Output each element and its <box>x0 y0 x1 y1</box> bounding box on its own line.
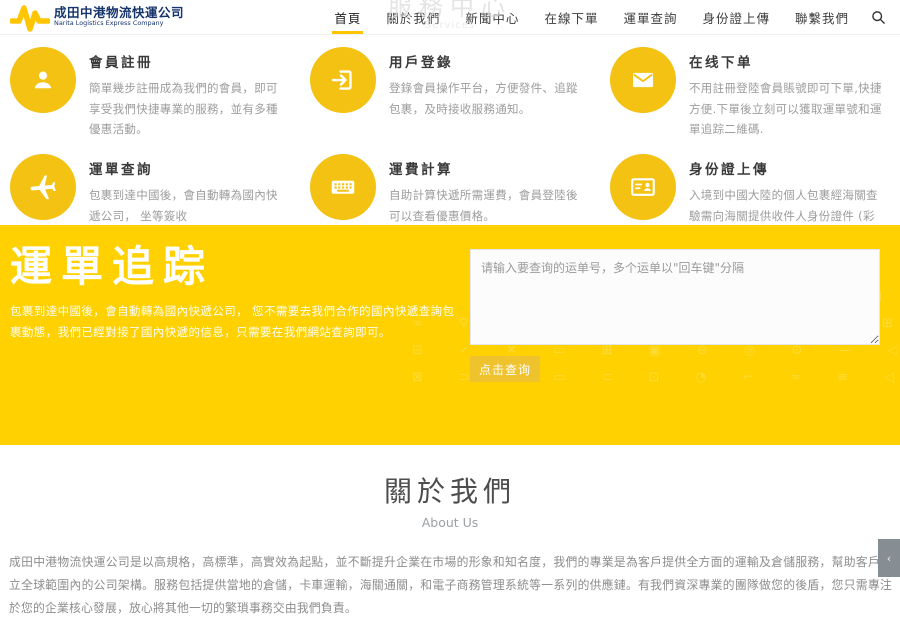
back-to-top-button[interactable]: ‹ <box>878 539 900 577</box>
nav-item-news[interactable]: 新聞中心 <box>465 0 519 34</box>
tracking-description: 包裹到達中國後，會自動轉為國內快遞公司， 您不需要去我們合作的國內快遞查詢包裹動… <box>10 301 458 342</box>
mail-icon <box>610 47 676 113</box>
logo-text: 成田中港物流快運公司 Narita Logistics Express Comp… <box>54 6 184 28</box>
about-title: 關於我們 <box>0 470 900 510</box>
tracking-intro: 運單追踪 包裹到達中國後，會自動轉為國內快遞公司， 您不需要去我們合作的國內快遞… <box>10 243 458 343</box>
service-title: 身份證上傳 <box>689 158 888 178</box>
main-nav: 首頁 關於我們 新聞中心 在線下單 運單查詢 身份證上傳 聯繫我們 <box>309 0 886 34</box>
nav-item-home[interactable]: 首頁 <box>334 0 361 34</box>
service-card-user-login[interactable]: 用戶登錄 登錄會員操作平台，方便發件、追蹤包裹，及時接收服務通知。 <box>310 47 588 140</box>
nav-item-online-order[interactable]: 在線下單 <box>544 0 598 34</box>
logo-company-name-zh: 成田中港物流快運公司 <box>54 6 184 20</box>
service-title: 在线下单 <box>689 51 888 71</box>
top-header: 成田中港物流快運公司 Narita Logistics Express Comp… <box>0 0 900 35</box>
logo-company-name-en: Narita Logistics Express Company <box>54 21 174 28</box>
nav-item-about[interactable]: 關於我們 <box>386 0 440 34</box>
service-desc: 自助計算快遞所需運費，會員登陸後可以查看優惠價格。 <box>389 185 588 226</box>
login-icon <box>310 47 376 113</box>
user-icon <box>10 47 76 113</box>
nav-item-contact[interactable]: 聯繫我們 <box>795 0 849 34</box>
service-desc: 登錄會員操作平台，方便發件、追蹤包裹，及時接收服務通知。 <box>389 78 588 119</box>
chevron-icon: ‹ <box>887 552 891 565</box>
about-body-text: 成田中港物流快運公司是以高規格，高標準，高實效為起點，並不斷提升企業在市場的形象… <box>9 551 892 620</box>
keyboard-icon <box>310 154 376 220</box>
services-grid: 會員註冊 簡單幾步註冊成為我們的會員，即可享受我們快捷專業的服務，並有多種優惠活… <box>0 35 900 225</box>
tracking-section: ⊖ ∩ ◎ ▭ ⊞ ▣ ▤ ∞ ⚲ ▭ ▤ ∞ ▦ ✈ ♁ △ ▽ ⊞ ∴ ⊟ … <box>0 225 900 445</box>
logo-pulse-icon <box>10 2 50 32</box>
plane-icon <box>10 154 76 220</box>
tracking-number-input[interactable] <box>470 249 880 345</box>
tracking-title: 運單追踪 <box>10 243 458 291</box>
service-title: 運單查詢 <box>89 158 288 178</box>
logo[interactable]: 成田中港物流快運公司 Narita Logistics Express Comp… <box>10 2 184 32</box>
service-card-online-order[interactable]: 在线下单 不用註冊登陸會員賬號即可下單,快捷方便.下單後立刻可以獲取運單號和運單… <box>610 47 888 140</box>
search-icon[interactable] <box>871 10 886 25</box>
service-title: 會員註冊 <box>89 51 288 71</box>
nav-item-id-upload[interactable]: 身份證上傳 <box>702 0 770 34</box>
idcard-icon <box>610 154 676 220</box>
service-title: 運費計算 <box>389 158 588 178</box>
about-subtitle: About Us <box>0 515 900 530</box>
page: 服務中心 Services 成田中港物流快運公司 Narita Logistic… <box>0 0 900 591</box>
service-title: 用戶登錄 <box>389 51 588 71</box>
tracking-query-button[interactable]: 点击查询 <box>470 356 540 382</box>
about-section: 關於我們 About Us 成田中港物流快運公司是以高規格，高標準，高實效為起點… <box>0 445 900 591</box>
service-card-member-register[interactable]: 會員註冊 簡單幾步註冊成為我們的會員，即可享受我們快捷專業的服務，並有多種優惠活… <box>10 47 288 140</box>
service-desc: 不用註冊登陸會員賬號即可下單,快捷方便.下單後立刻可以獲取運單號和運單追踪二維碼… <box>689 78 888 140</box>
nav-item-waybill-inquiry[interactable]: 運單查詢 <box>623 0 677 34</box>
service-desc: 簡單幾步註冊成為我們的會員，即可享受我們快捷專業的服務，並有多種優惠活動。 <box>89 78 288 140</box>
service-desc: 包裹到達中國後，會自動轉為國內快遞公司， 坐等簽收 <box>89 185 288 226</box>
